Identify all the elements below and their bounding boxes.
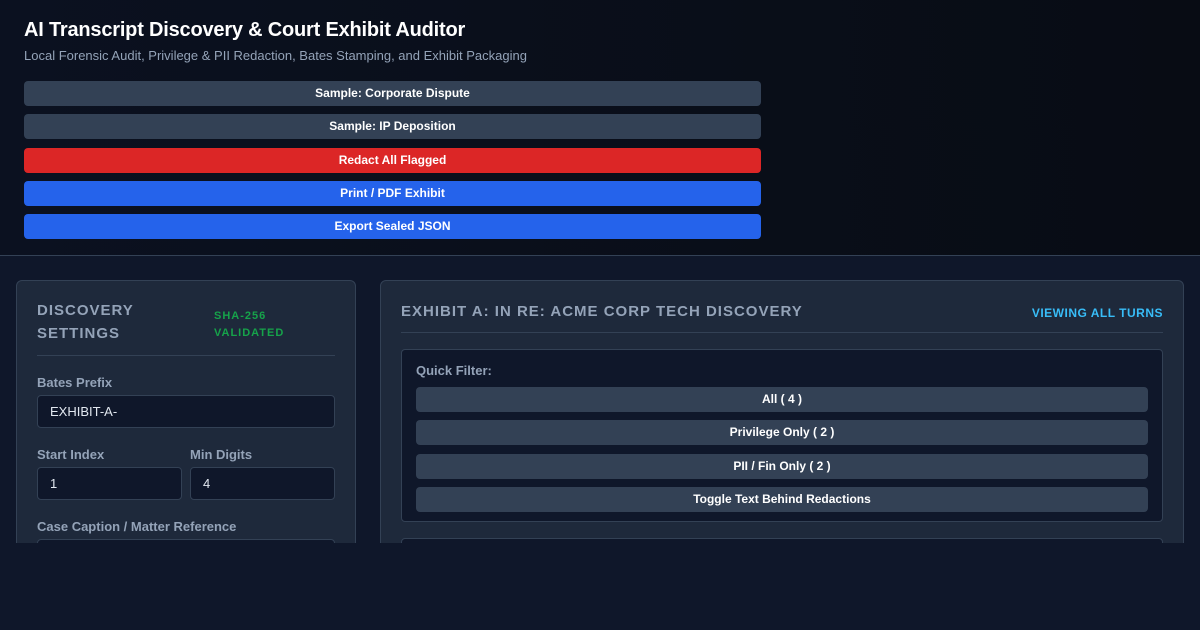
sha256-validated-badge: SHA-256 VALIDATED <box>214 310 285 339</box>
action-button-stack: Sample: Corporate Dispute Sample: IP Dep… <box>24 81 761 247</box>
discovery-settings-panel: DISCOVERY SETTINGS SHA-256 VALIDATED Bat… <box>16 280 356 543</box>
filter-button-stack: All ( 4 ) Privilege Only ( 2 ) PII / Fin… <box>416 387 1148 520</box>
transcript-turn-card <box>401 538 1163 543</box>
case-caption-label: Case Caption / Matter Reference <box>37 519 237 534</box>
start-index-input[interactable]: 1 <box>37 467 182 500</box>
settings-divider <box>37 355 335 356</box>
filter-privilege-button[interactable]: Privilege Only ( 2 ) <box>416 420 1148 446</box>
exhibit-title: EXHIBIT A: IN RE: ACME CORP TECH DISCOVE… <box>401 303 803 320</box>
app-title: AI Transcript Discovery & Court Exhibit … <box>24 19 466 41</box>
start-index-label: Start Index <box>37 447 105 462</box>
viewing-status-label: VIEWING ALL TURNS <box>1031 306 1163 320</box>
toggle-redaction-text-button[interactable]: Toggle Text Behind Redactions <box>416 486 1148 512</box>
export-sealed-json-button[interactable]: Export Sealed JSON <box>24 214 761 240</box>
quick-filter-box: Quick Filter: All ( 4 ) Privilege Only (… <box>401 349 1163 522</box>
bates-prefix-input[interactable]: EXHIBIT-A- <box>37 395 335 428</box>
exhibit-panel: EXHIBIT A: IN RE: ACME CORP TECH DISCOVE… <box>380 280 1184 543</box>
settings-title: DISCOVERY SETTINGS <box>37 302 134 342</box>
quick-filter-label: Quick Filter: <box>416 363 492 378</box>
min-digits-input[interactable]: 4 <box>190 467 335 500</box>
case-caption-input[interactable] <box>37 539 335 543</box>
sample-ip-deposition-button[interactable]: Sample: IP Deposition <box>24 114 761 140</box>
app-header: AI Transcript Discovery & Court Exhibit … <box>0 0 1200 256</box>
print-pdf-exhibit-button[interactable]: Print / PDF Exhibit <box>24 180 761 206</box>
exhibit-divider <box>401 332 1163 333</box>
redact-all-flagged-button[interactable]: Redact All Flagged <box>24 147 761 173</box>
filter-all-button[interactable]: All ( 4 ) <box>416 387 1148 412</box>
filter-pii-fin-button[interactable]: PII / Fin Only ( 2 ) <box>416 453 1148 479</box>
min-digits-label: Min Digits <box>190 447 253 462</box>
sample-corporate-dispute-button[interactable]: Sample: Corporate Dispute <box>24 81 761 106</box>
app-subtitle: Local Forensic Audit, Privilege & PII Re… <box>24 48 527 63</box>
bates-prefix-label: Bates Prefix <box>37 375 113 390</box>
main-content: DISCOVERY SETTINGS SHA-256 VALIDATED Bat… <box>0 256 1200 543</box>
